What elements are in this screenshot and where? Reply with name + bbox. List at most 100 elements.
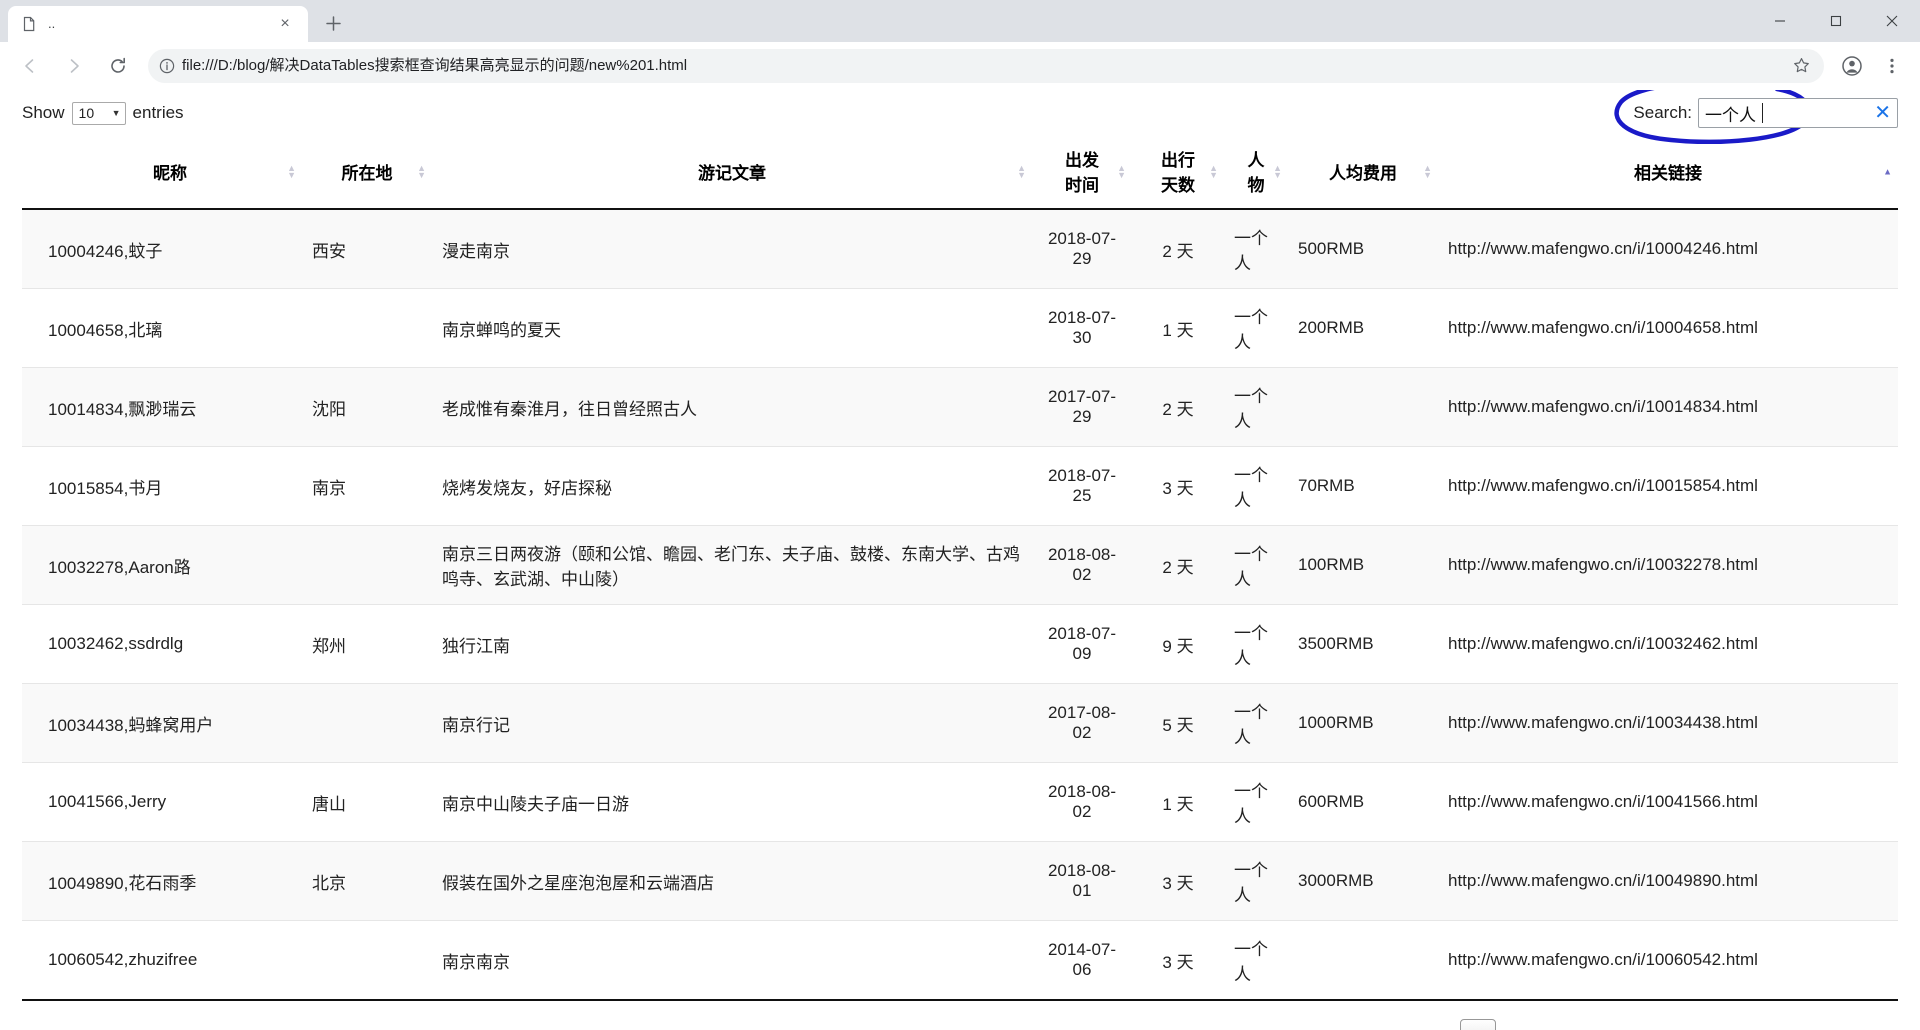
header-label: 所在地	[341, 163, 393, 183]
url-text: file:///D:/blog/解决DataTables搜索框查询结果高亮显示的…	[182, 56, 688, 74]
cell-location	[302, 525, 432, 605]
close-icon[interactable]	[1864, 0, 1920, 42]
document-icon	[20, 15, 38, 33]
pagination-previous[interactable]: Previous	[1356, 1019, 1444, 1030]
sort-icon-days: ▲ ▼	[1209, 163, 1218, 180]
table-row: 10032462,ssdrdlg 郑州 独行江南 2018-07-09 9 天一个人 35…	[22, 604, 1898, 684]
header-label-line2: 时间	[1065, 176, 1099, 195]
table-row: 10032278,Aaron路 南京三日两夜游（颐和公馆、瞻园、老门东、夫子庙、鼓…	[22, 525, 1898, 605]
cell-days: 9 天	[1132, 604, 1224, 684]
cell-location: 沈阳	[302, 367, 432, 447]
column-header-article[interactable]: 游记文章 ▲ ▼	[432, 136, 1032, 210]
cell-nickname: 10032462,ssdrdlg	[22, 604, 302, 684]
back-icon[interactable]	[10, 46, 50, 86]
cell-cost: 1000RMB	[1288, 683, 1438, 763]
cell-cost: 70RMB	[1288, 446, 1438, 526]
cell-people: 一个人	[1224, 209, 1288, 289]
column-header-cost[interactable]: 人均费用 ▲ ▼	[1288, 136, 1438, 210]
table-row: 10060542,zhuzifree 南京南京 2014-07-06 3 天一个人 ht…	[22, 920, 1898, 1001]
column-header-location[interactable]: 所在地 ▲ ▼	[302, 136, 432, 210]
search-box[interactable]: ✕	[1698, 98, 1898, 128]
results-table: 昵称 ▲ ▼ 所在地 ▲ ▼ 游记文章 ▲ ▼ 出发 时间 ▲ ▼ 出行 天数 …	[22, 136, 1898, 1001]
header-row: 昵称 ▲ ▼ 所在地 ▲ ▼ 游记文章 ▲ ▼ 出发 时间 ▲ ▼ 出行 天数 …	[22, 136, 1898, 210]
search-label: Search:	[1633, 103, 1692, 122]
header-label: 相关链接	[1634, 163, 1702, 183]
reload-icon[interactable]	[98, 46, 138, 86]
cell-link[interactable]: http://www.mafengwo.cn/i/10014834.html	[1438, 367, 1898, 447]
text-caret	[1762, 103, 1763, 123]
cell-article: 南京中山陵夫子庙一日游	[432, 762, 1032, 842]
three-dot-menu-icon[interactable]	[1872, 46, 1912, 86]
cell-link[interactable]: http://www.mafengwo.cn/i/10032278.html	[1438, 525, 1898, 605]
cell-departure-date: 2018-08-01	[1032, 841, 1132, 921]
header-label: 人均费用	[1329, 163, 1397, 183]
cell-nickname: 10004658,北璃	[22, 288, 302, 368]
cell-link[interactable]: http://www.mafengwo.cn/i/10041566.html	[1438, 762, 1898, 842]
address-bar[interactable]: file:///D:/blog/解决DataTables搜索框查询结果高亮显示的…	[148, 48, 1824, 83]
column-header-departure-date[interactable]: 出发 时间 ▲ ▼	[1032, 136, 1132, 210]
cell-cost: 600RMB	[1288, 762, 1438, 842]
cell-days: 2 天	[1132, 209, 1224, 289]
cell-cost	[1288, 367, 1438, 447]
page-length-select[interactable]: 10	[71, 101, 126, 125]
sort-icon-article: ▲ ▼	[1017, 163, 1026, 180]
pagination-page-4[interactable]: 4	[1616, 1019, 1652, 1030]
cell-days: 5 天	[1132, 683, 1224, 763]
cell-location	[302, 683, 432, 763]
browser-tab[interactable]: .. ×	[8, 6, 308, 42]
cell-departure-date: 2018-08-02	[1032, 525, 1132, 605]
show-label: Show	[22, 103, 65, 122]
datatable-top-controls: Show 10 ▼ entries Search: 一个人 ✕	[22, 90, 1898, 144]
sort-icon-location: ▲ ▼	[417, 163, 426, 180]
cell-nickname: 10032278,Aaron路	[22, 525, 302, 605]
cell-link[interactable]: http://www.mafengwo.cn/i/10060542.html	[1438, 920, 1898, 1001]
table-head: 昵称 ▲ ▼ 所在地 ▲ ▼ 游记文章 ▲ ▼ 出发 时间 ▲ ▼ 出行 天数 …	[22, 136, 1898, 210]
pagination: Previous 1 2 3 4 5 … 60 Next	[1348, 1019, 1898, 1030]
datatable-bottom-controls: Showing 1 to 10 of 592 entries (filtered…	[22, 1001, 1898, 1030]
pagination-next[interactable]: Next	[1833, 1019, 1890, 1030]
account-icon[interactable]	[1832, 46, 1872, 86]
cell-location: 郑州	[302, 604, 432, 684]
cell-article: 南京行记	[432, 683, 1032, 763]
maximize-icon[interactable]	[1808, 0, 1864, 42]
cell-link[interactable]: http://www.mafengwo.cn/i/10034438.html	[1438, 683, 1898, 763]
cell-nickname: 10004246,蚊子	[22, 209, 302, 289]
cell-nickname: 10014834,飘渺瑞云	[22, 367, 302, 447]
bookmark-star-icon[interactable]	[1786, 51, 1816, 81]
page-length-select-wrapper[interactable]: 10 ▼	[71, 101, 126, 125]
forward-icon[interactable]	[54, 46, 94, 86]
search-input[interactable]	[1699, 100, 1859, 126]
new-tab-button[interactable]	[316, 6, 350, 40]
cell-link[interactable]: http://www.mafengwo.cn/i/10049890.html	[1438, 841, 1898, 921]
cell-link[interactable]: http://www.mafengwo.cn/i/10004658.html	[1438, 288, 1898, 368]
sort-icon-people: ▲ ▼	[1273, 163, 1282, 180]
cell-link[interactable]: http://www.mafengwo.cn/i/10032462.html	[1438, 604, 1898, 684]
column-header-people[interactable]: 人 物 ▲ ▼	[1224, 136, 1288, 210]
minimize-icon[interactable]	[1752, 0, 1808, 42]
cell-article: 烧烤发烧友，好店探秘	[432, 446, 1032, 526]
cell-location	[302, 288, 432, 368]
pagination-ellipsis[interactable]: …	[1720, 1019, 1760, 1030]
clear-search-icon[interactable]: ✕	[1874, 103, 1891, 123]
cell-location	[302, 920, 432, 1001]
column-header-link[interactable]: 相关链接 ▲	[1438, 136, 1898, 210]
pagination-page-1[interactable]: 1	[1460, 1019, 1497, 1030]
cell-location: 唐山	[302, 762, 432, 842]
cell-link[interactable]: http://www.mafengwo.cn/i/10015854.html	[1438, 446, 1898, 526]
info-circle-icon[interactable]	[152, 51, 182, 81]
column-header-nickname[interactable]: 昵称 ▲ ▼	[22, 136, 302, 210]
table-body: 10004246,蚊子 西安 漫走南京 2018-07-29 2 天一个人 500RMB h…	[22, 209, 1898, 1001]
cell-link[interactable]: http://www.mafengwo.cn/i/10004246.html	[1438, 209, 1898, 289]
cell-days: 3 天	[1132, 920, 1224, 1001]
column-header-days[interactable]: 出行 天数 ▲ ▼	[1132, 136, 1224, 210]
tab-close-icon[interactable]: ×	[274, 13, 296, 35]
search-filter-control: Search: ✕	[1614, 90, 1898, 144]
pagination-page-5[interactable]: 5	[1668, 1019, 1704, 1030]
cell-nickname: 10034438,蚂蜂窝用户	[22, 683, 302, 763]
pagination-page-60[interactable]: 60	[1776, 1019, 1817, 1030]
pagination-page-3[interactable]: 3	[1564, 1019, 1600, 1030]
cell-article: 南京南京	[432, 920, 1032, 1001]
pagination-page-2[interactable]: 2	[1512, 1019, 1548, 1030]
header-label-line1: 出行	[1161, 151, 1195, 170]
cell-article: 南京蝉鸣的夏天	[432, 288, 1032, 368]
